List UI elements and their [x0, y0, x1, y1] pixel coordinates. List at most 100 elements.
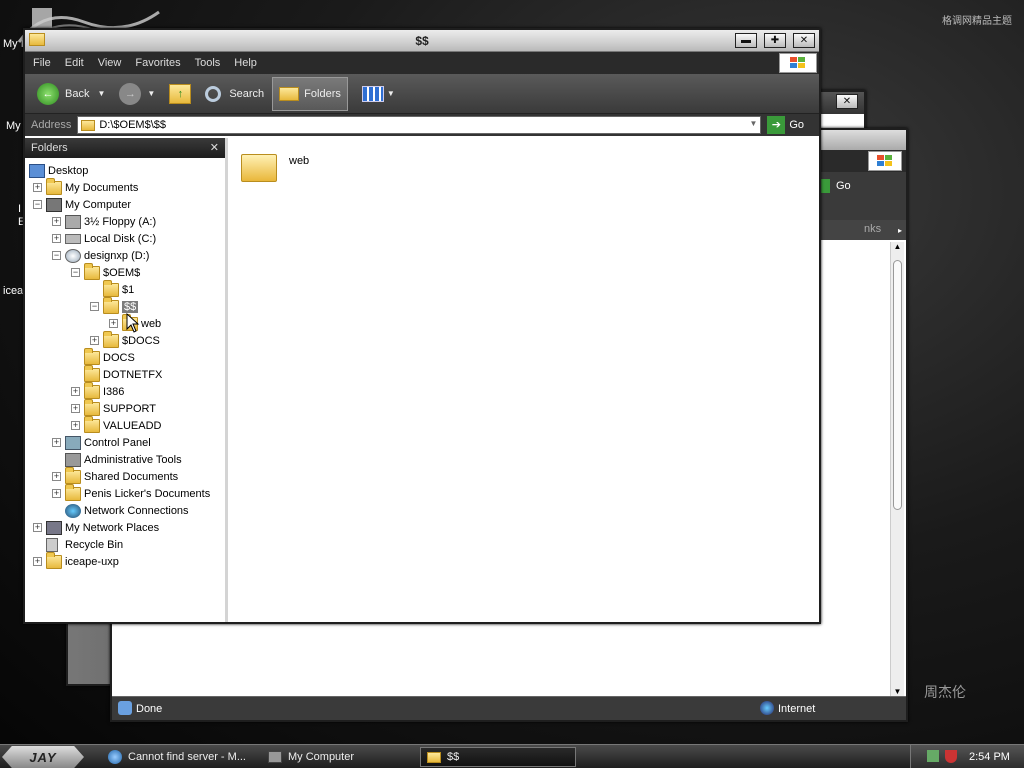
- network-tray-icon[interactable]: [927, 750, 939, 762]
- search-button[interactable]: Search: [199, 77, 270, 111]
- collapse-minus-icon[interactable]: −: [90, 302, 99, 311]
- tree-item-desktop[interactable]: Desktop: [29, 162, 88, 179]
- tree-item-my-network-places[interactable]: + My Network Places: [33, 519, 159, 536]
- tree-item-support[interactable]: + SUPPORT: [71, 398, 156, 417]
- chevron-right-icon[interactable]: ▸: [898, 226, 902, 235]
- explorer-titlebar[interactable]: $$ ▬ ✚ ✕: [25, 30, 819, 52]
- expand-plus-icon[interactable]: +: [33, 183, 42, 192]
- globe-icon: [760, 701, 774, 715]
- tree-item-my-documents[interactable]: + My Documents: [33, 177, 138, 196]
- start-button[interactable]: JAY: [2, 746, 84, 768]
- tree-item-iceape-uxp[interactable]: + iceape-uxp: [33, 551, 119, 570]
- content-item-web[interactable]: web: [241, 148, 309, 182]
- minimize-button[interactable]: ▬: [735, 33, 757, 48]
- menu-help[interactable]: Help: [234, 57, 257, 69]
- address-input[interactable]: D:\$OEM$\$$ ▼: [77, 116, 762, 134]
- scrollbar-down-arrow[interactable]: ▼: [891, 687, 904, 696]
- tree-item-1[interactable]: $1: [90, 279, 134, 298]
- up-button[interactable]: ↑: [163, 77, 197, 111]
- back-button[interactable]: ← Back ▼: [31, 77, 111, 111]
- tree-item-my-computer[interactable]: − My Computer: [33, 196, 131, 213]
- address-bar: Address D:\$OEM$\$$ ▼ ➔ Go: [25, 114, 819, 136]
- scrollbar-thumb[interactable]: [893, 260, 902, 510]
- tree-item-control-panel[interactable]: + Control Panel: [52, 434, 151, 451]
- background-window-2-scrollbar[interactable]: ▲ ▼: [890, 242, 904, 696]
- go-button[interactable]: ➔ Go: [767, 116, 804, 134]
- tree-label: Local Disk (C:): [84, 232, 157, 245]
- recycle-bin-icon: [46, 537, 58, 552]
- tree-item-docs[interactable]: DOCS: [71, 347, 135, 366]
- folder-icon: [103, 279, 119, 297]
- expand-plus-icon[interactable]: +: [71, 421, 80, 430]
- expand-plus-icon[interactable]: +: [109, 319, 118, 328]
- forward-button[interactable]: → ▼: [113, 77, 161, 111]
- tree-label: SUPPORT: [103, 402, 156, 415]
- menu-file[interactable]: File: [33, 57, 51, 69]
- expand-plus-icon[interactable]: +: [71, 387, 80, 396]
- tree-item-valueadd[interactable]: + VALUEADD: [71, 415, 161, 434]
- forward-dropdown-icon[interactable]: ▼: [147, 89, 155, 98]
- address-label: Address: [31, 119, 72, 131]
- taskbar-button-my-computer[interactable]: My Computer: [262, 747, 418, 767]
- clock[interactable]: 2:54 PM: [969, 751, 1010, 763]
- desktop-icon-iceape[interactable]: icea: [3, 285, 23, 297]
- control-panel-icon: [65, 435, 81, 450]
- background-window-2-go-button[interactable]: Go: [820, 179, 851, 193]
- explorer-window[interactable]: $$ ▬ ✚ ✕ File Edit View Favorites Tools …: [23, 28, 821, 624]
- tree-label: Administrative Tools: [84, 453, 182, 466]
- folder-content-area[interactable]: web: [231, 138, 819, 622]
- network-connections-icon: [65, 503, 81, 518]
- expand-plus-icon[interactable]: +: [33, 557, 42, 566]
- tree-item-floppy[interactable]: + 3½ Floppy (A:): [52, 213, 156, 230]
- menu-edit[interactable]: Edit: [65, 57, 84, 69]
- tree-item-local-disk-c[interactable]: + Local Disk (C:): [52, 230, 156, 247]
- folder-icon: [65, 483, 81, 501]
- expand-plus-icon[interactable]: +: [52, 438, 61, 447]
- tree-item-designxp-d[interactable]: − designxp (D:): [52, 247, 149, 264]
- expand-plus-icon[interactable]: +: [52, 217, 61, 226]
- network-places-icon: [46, 520, 62, 535]
- tree-item-oem[interactable]: − $OEM$: [71, 262, 140, 281]
- menu-favorites[interactable]: Favorites: [135, 57, 180, 69]
- views-button[interactable]: ▼: [356, 77, 401, 111]
- tree-item-recycle-bin[interactable]: Recycle Bin: [33, 536, 123, 553]
- maximize-button[interactable]: ✚: [764, 33, 786, 48]
- menu-tools[interactable]: Tools: [195, 57, 221, 69]
- window-title: $$: [415, 34, 429, 48]
- security-shield-icon[interactable]: [945, 750, 957, 763]
- folder-icon: [84, 262, 100, 280]
- large-folder-icon: [241, 154, 277, 182]
- expand-plus-icon[interactable]: +: [52, 472, 61, 481]
- back-dropdown-icon[interactable]: ▼: [97, 89, 105, 98]
- tree-item-network-connections[interactable]: Network Connections: [52, 502, 189, 519]
- tree-item-user-documents[interactable]: + Penis Licker's Documents: [52, 483, 210, 502]
- desktop-icon-internet[interactable]: I: [18, 203, 21, 215]
- expand-plus-icon[interactable]: +: [52, 234, 61, 243]
- menu-view[interactable]: View: [98, 57, 122, 69]
- taskbar-button-ie[interactable]: Cannot find server - M...: [102, 747, 258, 767]
- scrollbar-up-arrow[interactable]: ▲: [891, 242, 904, 256]
- tree-item-i386[interactable]: + I386: [71, 381, 124, 400]
- expand-plus-icon[interactable]: +: [71, 404, 80, 413]
- close-button[interactable]: ✕: [793, 33, 815, 48]
- desktop-icon: [29, 163, 45, 178]
- tree-item-shared-documents[interactable]: + Shared Documents: [52, 466, 178, 485]
- tree-item-dollar-docs[interactable]: + $DOCS: [90, 330, 160, 349]
- folders-button[interactable]: Folders: [272, 76, 348, 111]
- tree-label: Network Connections: [84, 504, 189, 517]
- tree-item-administrative-tools[interactable]: Administrative Tools: [52, 451, 182, 468]
- taskbar-button-dollar-dollar[interactable]: $$: [420, 747, 576, 767]
- desktop-icon-my-computer[interactable]: My: [6, 120, 21, 132]
- collapse-minus-icon[interactable]: −: [33, 200, 42, 209]
- folders-pane-close-icon[interactable]: ✕: [210, 141, 219, 154]
- desktop-signature: 周杰伦: [924, 684, 966, 700]
- address-dropdown-icon[interactable]: ▼: [749, 119, 757, 128]
- views-dropdown-icon[interactable]: ▼: [387, 89, 395, 98]
- expand-plus-icon[interactable]: +: [33, 523, 42, 532]
- collapse-minus-icon[interactable]: −: [71, 268, 80, 277]
- expand-plus-icon[interactable]: +: [90, 336, 99, 345]
- tree-item-dotnetfx[interactable]: DOTNETFX: [71, 364, 162, 383]
- expand-plus-icon[interactable]: +: [52, 489, 61, 498]
- background-window-1-close-button[interactable]: ✕: [836, 94, 858, 109]
- collapse-minus-icon[interactable]: −: [52, 251, 61, 260]
